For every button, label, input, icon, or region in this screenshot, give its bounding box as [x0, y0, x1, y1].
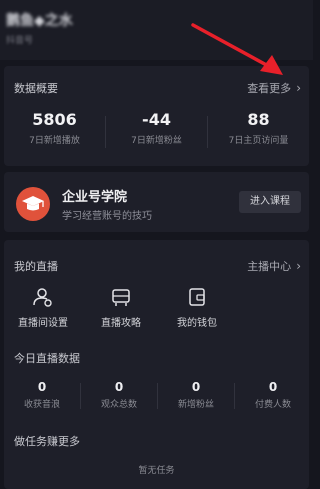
stat-label: 新增粉丝 — [177, 400, 214, 410]
academy-subtitle: 学习经营账号的技巧 — [62, 211, 152, 222]
stat-new-fans[interactable]: -44 7日新增粉丝 — [106, 110, 207, 146]
account-subtitle: 抖音号 — [6, 36, 34, 46]
graduation-cap-icon — [16, 187, 50, 221]
enter-course-button[interactable]: 进入课程 — [239, 191, 301, 213]
today-live-title: 今日直播数据 — [14, 352, 80, 365]
account-name: 鹅鱼◆之水 — [6, 13, 73, 29]
streamer-center-label: 主播中心 — [247, 260, 292, 273]
my-wallet-button[interactable]: 我的钱包 — [162, 286, 232, 329]
guide-icon — [112, 289, 130, 306]
stat-new-plays[interactable]: 5806 7日新增播放 — [4, 110, 105, 146]
stat-value: 0 — [37, 380, 47, 394]
stat-value: 0 — [114, 380, 124, 394]
wallet-icon — [189, 288, 205, 306]
stat-value: 5806 — [32, 110, 77, 129]
stat-value: 0 — [191, 380, 201, 394]
view-more-link[interactable]: 查看更多 › — [247, 80, 301, 96]
data-overview-card: 数据概要 查看更多 › 5806 7日新增播放 -44 7日新增粉丝 88 7日主… — [4, 66, 309, 166]
today-stat-sound-waves: 0 收获音浪 — [4, 380, 80, 410]
stat-label: 收获音浪 — [23, 400, 60, 410]
stat-label: 付费人数 — [254, 400, 291, 410]
stat-home-visits[interactable]: 88 7日主页访问量 — [208, 110, 309, 146]
data-overview-title: 数据概要 — [14, 82, 58, 95]
stat-value: 0 — [268, 380, 278, 394]
stat-value: -44 — [142, 110, 171, 129]
stat-value: 88 — [247, 110, 270, 129]
streamer-center-link[interactable]: 主播中心 › — [247, 258, 301, 274]
annotation-arrow — [191, 23, 283, 75]
chevron-right-icon: › — [296, 81, 301, 95]
my-live-card: 我的直播 主播中心 › 直播间设置 直播攻略 我的钱包 今日直播数据 0 收获音浪 — [4, 240, 309, 489]
live-room-settings-button[interactable]: 直播间设置 — [8, 286, 78, 329]
today-stat-paying-users: 0 付费人数 — [235, 380, 311, 410]
today-stat-viewers: 0 观众总数 — [81, 380, 157, 410]
view-more-label: 查看更多 — [247, 82, 292, 95]
tasks-empty-text: 暂无任务 — [138, 466, 175, 476]
my-live-title: 我的直播 — [14, 260, 58, 273]
business-academy-card[interactable]: 企业号学院 学习经营账号的技巧 进入课程 — [4, 172, 309, 232]
tool-label: 直播间设置 — [18, 318, 68, 329]
chevron-right-icon: › — [296, 259, 301, 273]
tool-label: 直播攻略 — [101, 318, 141, 329]
tasks-title: 做任务赚更多 — [14, 435, 80, 448]
tool-label: 我的钱包 — [177, 318, 217, 329]
stat-label: 7日新增播放 — [29, 136, 80, 146]
today-stat-new-fans: 0 新增粉丝 — [158, 380, 234, 410]
stat-label: 7日新增粉丝 — [131, 136, 182, 146]
stat-label: 7日主页访问量 — [228, 136, 289, 146]
academy-title: 企业号学院 — [62, 190, 128, 205]
user-settings-icon — [33, 288, 52, 307]
stat-label: 观众总数 — [100, 400, 137, 410]
live-guide-button[interactable]: 直播攻略 — [86, 286, 156, 329]
